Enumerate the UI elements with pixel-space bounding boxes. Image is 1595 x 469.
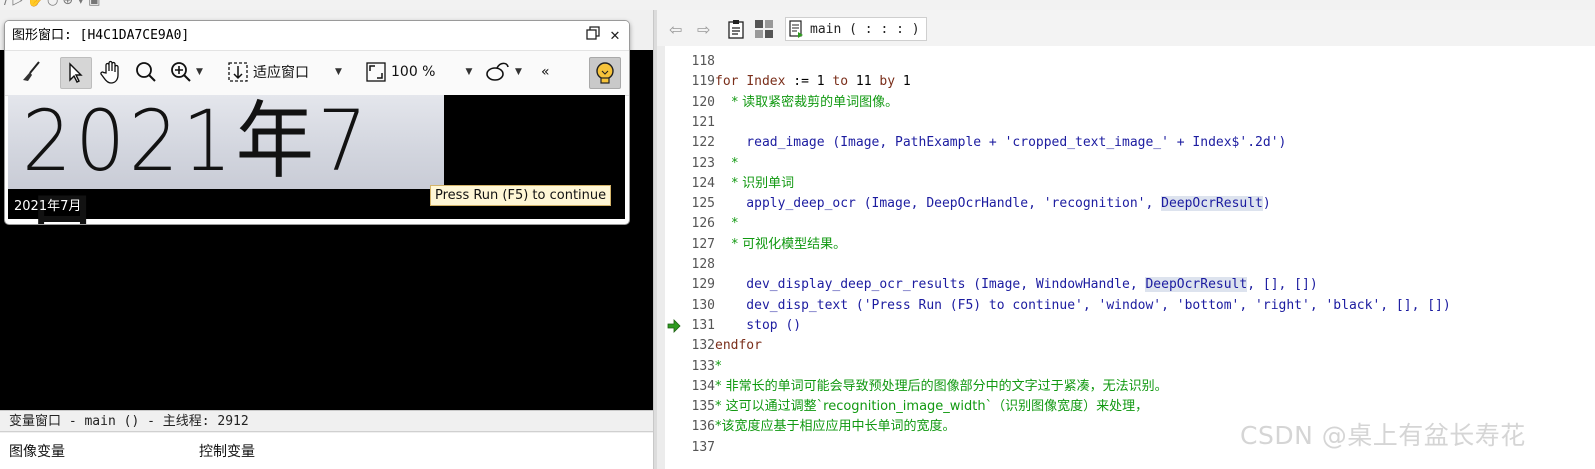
line-number: 122: [691, 135, 715, 151]
code-text: *: [715, 358, 722, 374]
procedure-selector[interactable]: main ( : : : ): [785, 17, 927, 41]
line-number: 121: [691, 114, 715, 130]
graphics-canvas[interactable]: 2021年7月 2021年7月 Press Run (F5) to contin…: [8, 95, 625, 224]
ocr-word-image: 2021年7月: [8, 95, 444, 224]
zoom-level-dropdown[interactable]: 100 % ▼: [365, 57, 472, 87]
code-text: for Index := 1 to 11 by 1: [715, 74, 911, 90]
restore-icon[interactable]: [583, 25, 603, 45]
continue-tooltip: Press Run (F5) to continue: [430, 185, 612, 206]
line-number: 125: [691, 196, 715, 212]
graphics-window: 图形窗口: [H4C1DA7CE9A0] ✕ ▼ 适应窗口 ▼ 100 % ▼ …: [4, 20, 630, 225]
graphics-window-titlebar[interactable]: 图形窗口: [H4C1DA7CE9A0] ✕: [5, 21, 629, 49]
pointer-icon[interactable]: [60, 57, 92, 89]
line-number: 136: [691, 419, 715, 435]
line-number: 131: [691, 317, 715, 333]
code-text: read_image (Image, PathExample + 'croppe…: [715, 135, 1287, 151]
line-number: 124: [691, 175, 715, 191]
code-line[interactable]: 135 * 这可以通过调整`recognition_image_width`（识别…: [665, 397, 1595, 417]
line-number: 133: [691, 358, 715, 374]
code-text: * 读取紧密裁剪的单词图像。: [715, 94, 899, 110]
zoom-level-label: 100 %: [391, 64, 436, 80]
code-line[interactable]: 125 apply_deep_ocr (Image, DeepOcrHandle…: [665, 194, 1595, 214]
line-number: 132: [691, 338, 715, 354]
line-number: 127: [691, 236, 715, 252]
line-number: 129: [691, 277, 715, 293]
code-text: endfor: [715, 338, 762, 354]
code-line[interactable]: 126 *: [665, 214, 1595, 234]
clear-brush-icon[interactable]: [19, 57, 43, 87]
chevron-down-icon[interactable]: ▼: [196, 67, 203, 77]
code-text: *该宽度应基于相应应用中长单词的宽度。: [715, 419, 956, 435]
line-number: 130: [691, 297, 715, 313]
code-text: stop (): [715, 317, 802, 333]
close-icon[interactable]: ✕: [605, 25, 625, 45]
line-number: 137: [691, 439, 715, 455]
hand-pan-icon[interactable]: [98, 57, 124, 87]
program-toolbar: ⇦ ⇨ main ( : : : ): [657, 10, 1595, 47]
ghost-icons: / ▷ ✋ ○ ⊕ ▾ ▣: [4, 0, 101, 8]
collapse-toolbar-button[interactable]: «: [541, 57, 550, 87]
code-line[interactable]: 120 * 读取紧密裁剪的单词图像。: [665, 93, 1595, 113]
forward-arrow-icon[interactable]: ⇨: [697, 18, 710, 40]
code-line[interactable]: 118: [665, 52, 1595, 72]
procedure-name: main ( : : : ): [810, 21, 920, 37]
fit-window-dropdown[interactable]: 适应窗口 ▼: [227, 57, 342, 87]
code-text: * 非常长的单词可能会导致预处理后的图像部分中的文字过于紧凑，无法识别。: [715, 378, 1168, 394]
line-number: 119: [691, 74, 715, 90]
code-text: dev_disp_text ('Press Run (F5) to contin…: [715, 297, 1451, 313]
lightbulb-icon[interactable]: [589, 57, 621, 89]
code-text: *: [715, 216, 739, 232]
line-number: 126: [691, 216, 715, 232]
code-line[interactable]: 128: [665, 255, 1595, 275]
clipboard-icon[interactable]: [726, 18, 746, 40]
chevron-down-icon[interactable]: ▼: [465, 67, 472, 77]
code-line[interactable]: 131 stop (): [665, 316, 1595, 336]
code-text: dev_display_deep_ocr_results (Image, Win…: [715, 277, 1318, 293]
code-line[interactable]: 129 dev_display_deep_ocr_results (Image,…: [665, 275, 1595, 295]
code-line[interactable]: 119 for Index := 1 to 11 by 1: [665, 72, 1595, 92]
code-text: *: [715, 155, 739, 171]
ocr-result-label: 2021年7月: [14, 199, 82, 214]
code-text: * 识别单词: [715, 175, 795, 191]
code-text: * 可视化模型结果。: [715, 236, 847, 252]
variable-tabs: 图像变量 控制变量: [0, 433, 653, 469]
code-line[interactable]: 130 dev_disp_text ('Press Run (F5) to co…: [665, 296, 1595, 316]
tab-control-variables[interactable]: 控制变量: [199, 441, 255, 461]
code-editor[interactable]: 118 119 for Index := 1 to 11 by 1 120 * 读取紧…: [657, 46, 1595, 469]
line-number: 120: [691, 94, 715, 110]
code-line[interactable]: 132 endfor: [665, 336, 1595, 356]
line-number: 128: [691, 257, 715, 272]
variable-window-title: 变量窗口 - main () - 主线程: 2912: [0, 410, 653, 432]
watermark: CSDN @桌上有盆长寿花: [1240, 421, 1526, 450]
code-line[interactable]: 134 * 非常长的单词可能会导致预处理后的图像部分中的文字过于紧凑，无法识别。: [665, 377, 1595, 397]
code-line[interactable]: 122 read_image (Image, PathExample + 'cr…: [665, 133, 1595, 153]
chevron-down-icon[interactable]: ▼: [515, 67, 522, 77]
code-text: apply_deep_ocr (Image, DeepOcrHandle, 'r…: [715, 196, 1271, 212]
grid-icon[interactable]: [754, 18, 774, 40]
line-number: 123: [691, 155, 715, 171]
back-arrow-icon[interactable]: ⇦: [669, 18, 682, 40]
code-line[interactable]: 121: [665, 113, 1595, 133]
code-line[interactable]: 133 *: [665, 357, 1595, 377]
code-line[interactable]: 123 *: [665, 154, 1595, 174]
line-number: 118: [691, 54, 715, 69]
zoom-in-icon[interactable]: ▼: [170, 57, 203, 87]
line-number: 134: [691, 378, 715, 394]
code-text: * 这可以通过调整`recognition_image_width`（识别图像宽…: [715, 399, 1149, 415]
graphics-window-title: 图形窗口: [H4C1DA7CE9A0]: [12, 28, 190, 43]
magnifier-icon[interactable]: [135, 57, 157, 87]
graphics-toolbar: ▼ 适应窗口 ▼ 100 % ▼ ▼ «: [5, 50, 629, 96]
code-line[interactable]: 124 * 识别单词: [665, 174, 1595, 194]
tab-iconic-variables[interactable]: 图像变量: [9, 441, 65, 461]
program-window: ⇦ ⇨ main ( : : : ) 118 119 for Index := 1 …: [657, 10, 1595, 469]
procedure-icon: [789, 20, 803, 38]
fit-window-label: 适应窗口: [253, 65, 309, 81]
code-line[interactable]: 127 * 可视化模型结果。: [665, 235, 1595, 255]
draw-shape-icon[interactable]: ▼: [485, 57, 522, 87]
line-number: 135: [691, 399, 715, 415]
chevron-down-icon[interactable]: ▼: [335, 67, 342, 77]
